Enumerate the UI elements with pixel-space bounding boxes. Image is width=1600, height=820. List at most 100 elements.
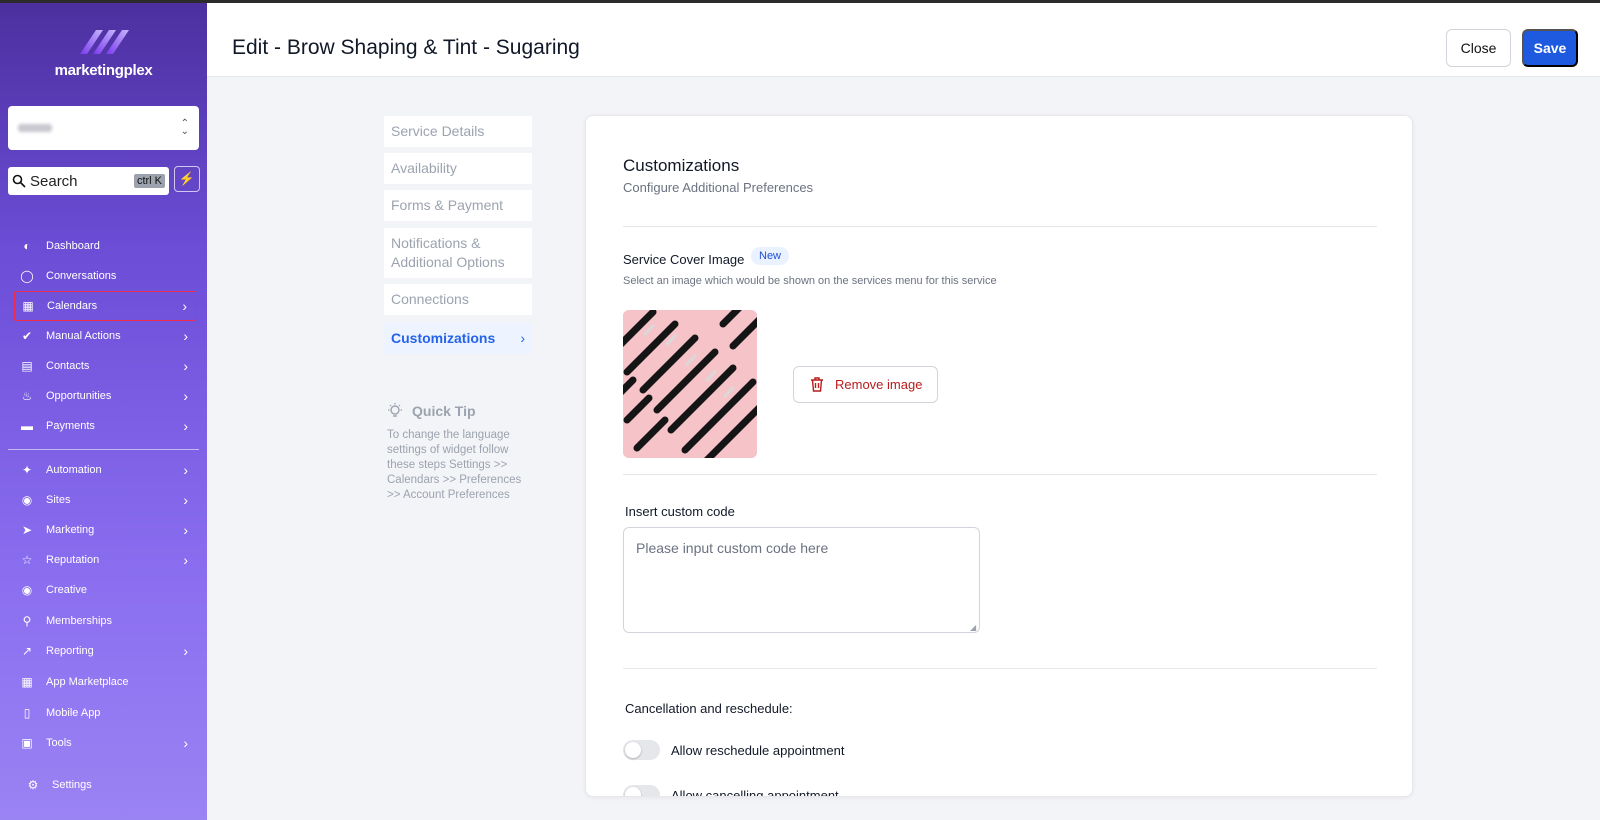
wand-icon: ✦ [21, 463, 33, 477]
sidebar-item-label: Memberships [46, 615, 113, 627]
save-button[interactable]: Save [1522, 29, 1578, 67]
sidebar-item-calendars[interactable]: ▦ Calendars › [14, 291, 196, 321]
grid-icon: ▦ [21, 675, 33, 689]
contacts-icon: ▤ [21, 359, 33, 373]
search-shortcut: ctrl K [133, 174, 165, 188]
star-icon: ☆ [21, 553, 33, 567]
sidebar-item-payments[interactable]: ▬ Payments › [14, 411, 196, 441]
trash-icon [811, 377, 823, 392]
sidebar-item-reputation[interactable]: ☆ Reputation › [14, 545, 196, 575]
subnav-item-label: Customizations [391, 330, 496, 346]
logo-mark-icon [79, 30, 129, 54]
sidebar-item-marketing[interactable]: ➤ Marketing › [14, 515, 196, 545]
sidebar-item-label: Payments [46, 420, 95, 432]
cancelling-toggle-row: Allow cancelling appointment [623, 785, 839, 796]
sidebar-item-label: Creative [46, 584, 87, 596]
sidebar-item-tools[interactable]: ▣ Tools › [14, 728, 196, 758]
chevron-right-icon: › [183, 492, 188, 508]
quick-tip-heading: Quick Tip [386, 402, 476, 420]
window-top-strip [0, 0, 1600, 3]
mobile-icon: ▯ [23, 706, 31, 720]
subnav-forms-payment[interactable]: Forms & Payment [384, 190, 532, 221]
page-header: Edit - Brow Shaping & Tint - Sugaring Cl… [207, 3, 1600, 77]
sidebar-item-label: App Marketplace [46, 676, 129, 688]
cover-image-description: Select an image which would be shown on … [623, 275, 997, 287]
sidebar-item-reporting[interactable]: ↗ Reporting › [14, 636, 196, 666]
send-icon: ➤ [21, 523, 33, 537]
chevron-right-icon: › [183, 552, 188, 568]
toolbox-icon: ▣ [21, 736, 33, 750]
section-subtitle: Configure Additional Preferences [623, 180, 814, 195]
sidebar-item-manual-actions[interactable]: ✔ Manual Actions › [14, 321, 196, 351]
sidebar-item-label: Calendars [47, 300, 98, 312]
sidebar-item-memberships[interactable]: ⚲ Memberships [14, 606, 196, 636]
sidebar-item-conversations[interactable]: ◯ Conversations [14, 261, 196, 291]
sidebar-item-opportunities[interactable]: ♨ Opportunities › [14, 381, 196, 411]
chevron-right-icon: › [183, 388, 188, 404]
sidebar-item-automation[interactable]: ✦ Automation › [14, 455, 196, 485]
chevron-right-icon: › [182, 298, 187, 314]
reschedule-toggle-row: Allow reschedule appointment [623, 740, 844, 760]
subnav-availability[interactable]: Availability [384, 153, 532, 184]
chat-icon: ◯ [20, 269, 34, 283]
sidebar-item-contacts[interactable]: ▤ Contacts › [14, 351, 196, 381]
sidebar-item-label: Reputation [46, 554, 100, 566]
quick-actions-button[interactable]: ⚡ [174, 166, 200, 192]
badge-icon: ⚲ [22, 614, 32, 628]
credit-card-icon: ▬ [21, 419, 33, 433]
palette-icon: ◉ [21, 583, 33, 597]
subnav-notifications[interactable]: Notifications & Additional Options [384, 228, 532, 278]
chart-icon: ↗ [21, 644, 33, 658]
sidebar-item-dashboard[interactable]: ◐ Dashboard [14, 231, 196, 261]
subnav-customizations[interactable]: Customizations › [384, 323, 532, 354]
chevron-right-icon: › [183, 735, 188, 751]
customizations-card: Customizations Configure Additional Pref… [585, 115, 1413, 797]
sidebar-item-creative[interactable]: ◉ Creative [14, 575, 196, 605]
calendar-icon: ▦ [22, 299, 34, 313]
cancelling-toggle[interactable] [623, 785, 660, 796]
sidebar-item-label: Conversations [46, 270, 117, 282]
sidebar-item-mobile-app[interactable]: ▯ Mobile App [14, 698, 196, 728]
cover-image-label: Service Cover Image [623, 252, 745, 267]
remove-image-button[interactable]: Remove image [793, 366, 938, 403]
resize-handle-icon[interactable]: ◢ [970, 623, 976, 632]
sidebar-item-label: Reporting [46, 645, 94, 657]
sidebar-item-settings[interactable]: ⚙ Settings [20, 770, 202, 800]
close-button[interactable]: Close [1446, 29, 1511, 67]
subnav-service-details[interactable]: Service Details [384, 116, 532, 147]
divider [623, 668, 1377, 669]
sidebar-item-label: Sites [46, 494, 71, 506]
account-switcher[interactable]: ⌃ ⌄ [8, 106, 199, 150]
brand-logo[interactable]: marketingplex [0, 24, 207, 79]
sidebar-item-sites[interactable]: ◉ Sites › [14, 485, 196, 515]
updown-chevron-icon: ⌃ ⌄ [180, 118, 189, 137]
sidebar-item-label: Contacts [46, 360, 90, 372]
sidebar-item-label: Dashboard [46, 240, 100, 252]
remove-image-label: Remove image [835, 377, 923, 392]
brand-name: marketingplex [54, 62, 153, 79]
chevron-right-icon: › [520, 330, 525, 346]
sidebar-search[interactable]: Search ctrl K [8, 167, 169, 195]
sidebar-divider [8, 449, 199, 450]
lightning-icon: ⚡ [178, 171, 196, 186]
sidebar-item-label: Tools [46, 737, 72, 749]
chevron-right-icon: › [183, 328, 188, 344]
search-icon [12, 174, 26, 188]
subnav-connections[interactable]: Connections [384, 284, 532, 315]
sidebar-item-app-marketplace[interactable]: ▦ App Marketplace [14, 667, 196, 697]
quick-tip-text: To change the language settings of widge… [387, 429, 522, 501]
gear-icon: ⚙ [27, 778, 39, 792]
quick-tip-title: Quick Tip [412, 403, 476, 419]
divider [623, 226, 1377, 227]
reschedule-toggle[interactable] [623, 740, 660, 760]
chevron-right-icon: › [183, 418, 188, 434]
chevron-right-icon: › [183, 358, 188, 374]
globe-icon: ◉ [21, 493, 33, 507]
custom-code-textarea[interactable] [623, 527, 980, 633]
toggle-knob [625, 742, 641, 758]
cover-image-thumbnail[interactable] [623, 310, 757, 458]
cancellation-label: Cancellation and reschedule: [625, 701, 793, 716]
sidebar-item-label: Automation [46, 464, 102, 476]
sidebar-item-label: Manual Actions [46, 330, 121, 342]
sidebar-item-label: Marketing [46, 524, 95, 536]
